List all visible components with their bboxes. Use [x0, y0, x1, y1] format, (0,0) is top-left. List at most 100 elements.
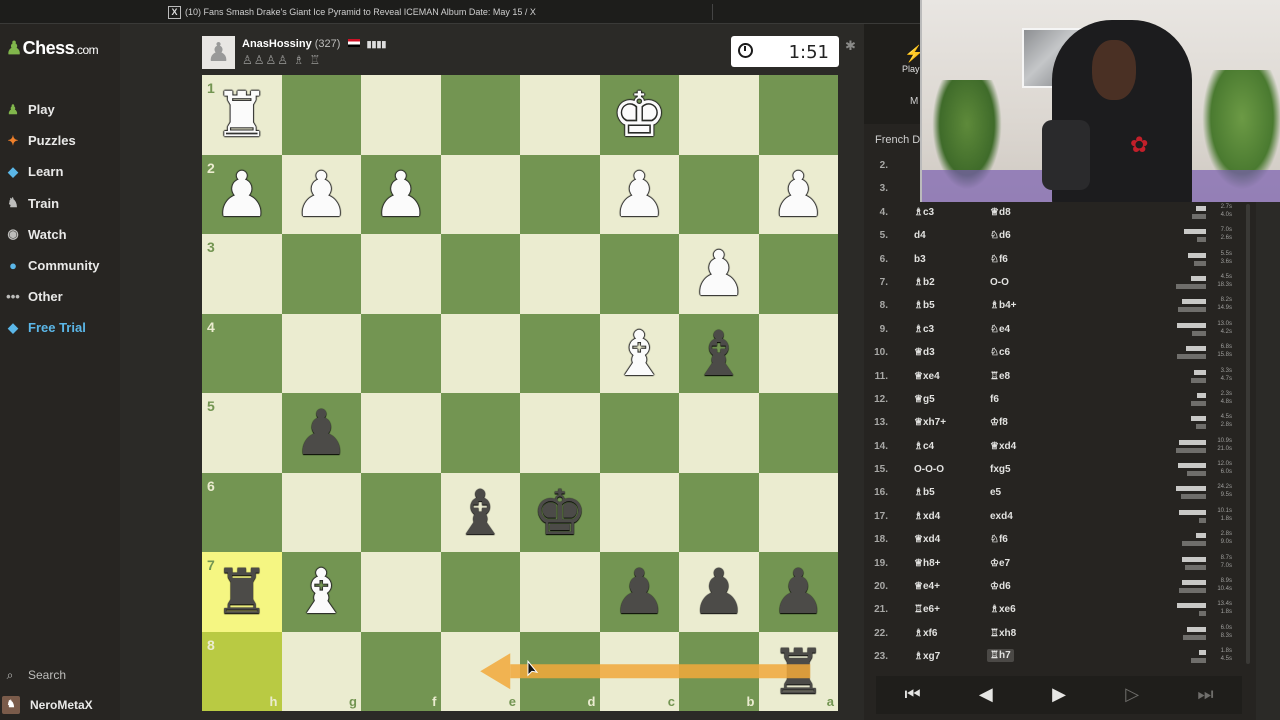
- square-d3[interactable]: [520, 234, 600, 314]
- sidebar-item-puzzles[interactable]: ✦ Puzzles: [0, 125, 120, 156]
- square-c8[interactable]: c: [599, 631, 679, 711]
- white-move[interactable]: ♗xg7: [914, 651, 940, 662]
- square-c5[interactable]: [599, 393, 679, 473]
- black-move[interactable]: exd4: [990, 511, 1013, 522]
- white-bishop-c4[interactable]: ♝: [600, 314, 680, 394]
- black-move[interactable]: e5: [990, 487, 1001, 498]
- previous-move-button[interactable]: ◀: [949, 676, 1022, 714]
- square-e8[interactable]: e: [440, 631, 520, 711]
- square-e5[interactable]: [440, 393, 520, 473]
- black-move[interactable]: fxg5: [990, 464, 1011, 475]
- black-pawn-b7[interactable]: ♟: [679, 552, 759, 632]
- chess-board[interactable]: 1 2 3 4 5 6 7 8 h g f e d c b a ♜ ♚ ♟ ♟ ♟ ♟ ♟ ♟ ♝ ♝ ♟ ♝ ♚ ♜ ♝ ♟ ♟ ♟ ♜: [202, 75, 838, 711]
- white-move[interactable]: ♕xd4: [914, 534, 940, 545]
- square-d8[interactable]: d: [520, 631, 600, 711]
- black-move[interactable]: ♖h7: [987, 649, 1014, 663]
- square-b1[interactable]: [679, 75, 759, 155]
- square-e2[interactable]: [440, 154, 520, 234]
- square-a5[interactable]: [758, 393, 838, 473]
- square-b5[interactable]: [679, 393, 759, 473]
- white-move[interactable]: ♕e4+: [914, 581, 940, 592]
- last-move-button[interactable]: ⏭: [1169, 676, 1242, 714]
- square-h3[interactable]: 3: [202, 234, 282, 314]
- black-move[interactable]: ♔f8: [990, 417, 1008, 428]
- square-d7[interactable]: [520, 552, 600, 632]
- square-e4[interactable]: [440, 313, 520, 393]
- black-rook-h7[interactable]: ♜: [202, 552, 282, 632]
- square-f7[interactable]: [361, 552, 441, 632]
- white-rook-h1[interactable]: ♜: [202, 75, 282, 155]
- square-d2[interactable]: [520, 154, 600, 234]
- square-a4[interactable]: [758, 313, 838, 393]
- sidebar-item-community[interactable]: ● Community: [0, 250, 120, 281]
- square-f6[interactable]: [361, 472, 441, 552]
- white-move[interactable]: ♗b5: [914, 300, 935, 311]
- sidebar-item-other[interactable]: ••• Other: [0, 281, 120, 312]
- white-move[interactable]: O-O-O: [914, 464, 944, 475]
- black-move[interactable]: ♗xe6: [990, 604, 1016, 615]
- square-h4[interactable]: 4: [202, 313, 282, 393]
- square-g4[interactable]: [281, 313, 361, 393]
- black-pawn-a7[interactable]: ♟: [759, 552, 839, 632]
- square-e1[interactable]: [440, 75, 520, 155]
- white-move[interactable]: ♗b5: [914, 487, 935, 498]
- square-f3[interactable]: [361, 234, 441, 314]
- white-pawn-f2[interactable]: ♟: [361, 155, 441, 235]
- square-d4[interactable]: [520, 313, 600, 393]
- black-move[interactable]: ♖xh8: [990, 628, 1016, 639]
- white-move[interactable]: ♗c3: [914, 207, 934, 218]
- square-e3[interactable]: [440, 234, 520, 314]
- black-move[interactable]: O-O: [990, 277, 1009, 288]
- black-move[interactable]: ♗b4+: [990, 300, 1016, 311]
- white-move[interactable]: ♗xf6: [914, 628, 937, 639]
- white-move[interactable]: ♕xh7+: [914, 417, 946, 428]
- black-rook-a8[interactable]: ♜: [759, 632, 839, 712]
- square-f8[interactable]: f: [361, 631, 441, 711]
- white-move[interactable]: ♖e6+: [914, 604, 940, 615]
- gear-icon[interactable]: ✱: [845, 38, 856, 54]
- square-c3[interactable]: [599, 234, 679, 314]
- black-bishop-b4[interactable]: ♝: [679, 314, 759, 394]
- square-h5[interactable]: 5: [202, 393, 282, 473]
- square-a3[interactable]: [758, 234, 838, 314]
- sidebar-item-learn[interactable]: ◆ Learn: [0, 156, 120, 187]
- square-f4[interactable]: [361, 313, 441, 393]
- move-list-scrollbar[interactable]: [1246, 204, 1250, 664]
- next-move-button[interactable]: ▷: [1096, 676, 1169, 714]
- white-pawn-g2[interactable]: ♟: [282, 155, 362, 235]
- square-b2[interactable]: [679, 154, 759, 234]
- white-pawn-a2[interactable]: ♟: [759, 155, 839, 235]
- black-move[interactable]: ♘f6: [990, 254, 1008, 265]
- white-bishop-g7[interactable]: ♝: [282, 552, 362, 632]
- tab-play[interactable]: Play: [902, 64, 920, 74]
- black-move[interactable]: ♘f6: [990, 534, 1008, 545]
- square-h6[interactable]: 6: [202, 472, 282, 552]
- white-move[interactable]: ♕h8+: [914, 558, 940, 569]
- square-f1[interactable]: [361, 75, 441, 155]
- square-f5[interactable]: [361, 393, 441, 473]
- square-a6[interactable]: [758, 472, 838, 552]
- white-pawn-b3[interactable]: ♟: [679, 234, 759, 314]
- square-b6[interactable]: [679, 472, 759, 552]
- white-move[interactable]: ♗xd4: [914, 511, 940, 522]
- white-pawn-c2[interactable]: ♟: [600, 155, 680, 235]
- opponent-avatar[interactable]: ♟: [202, 36, 235, 69]
- white-move[interactable]: ♗c3: [914, 324, 934, 335]
- black-move[interactable]: ♔d6: [990, 581, 1011, 592]
- white-king-c1[interactable]: ♚: [600, 75, 680, 155]
- chess-com-logo[interactable]: ♟Chess.com: [6, 38, 99, 59]
- square-g3[interactable]: [281, 234, 361, 314]
- sidebar-item-free-trial[interactable]: ◆ Free Trial: [0, 312, 120, 343]
- black-move[interactable]: ♔e7: [990, 558, 1010, 569]
- white-move[interactable]: d4: [914, 230, 926, 241]
- sidebar-item-train[interactable]: ♞ Train: [0, 188, 120, 219]
- square-a1[interactable]: [758, 75, 838, 155]
- play-button[interactable]: ▶: [1022, 676, 1095, 714]
- sidebar-item-watch[interactable]: ◉ Watch: [0, 219, 120, 250]
- opponent-name[interactable]: AnasHossiny: [242, 38, 312, 50]
- black-move[interactable]: ♖e8: [990, 371, 1010, 382]
- white-move[interactable]: ♗b2: [914, 277, 935, 288]
- sidebar-user[interactable]: ♞ NeroMetaX: [0, 690, 120, 720]
- square-b8[interactable]: b: [679, 631, 759, 711]
- square-c6[interactable]: [599, 472, 679, 552]
